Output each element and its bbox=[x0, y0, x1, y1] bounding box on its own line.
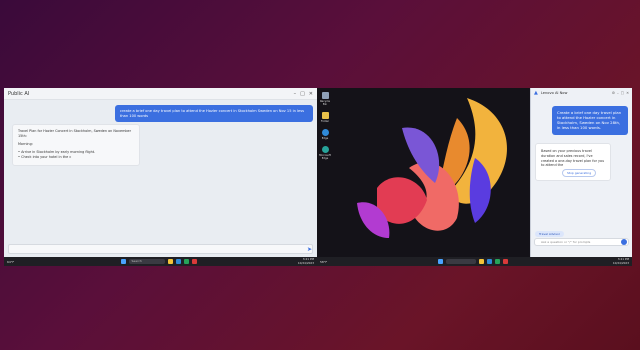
file-explorer-icon[interactable] bbox=[478, 259, 484, 264]
app-icon[interactable] bbox=[191, 259, 197, 264]
taskbar: 58°F 3:21 PM 10/24/2023 bbox=[317, 257, 632, 266]
chat-body: create a brief one day travel plan to at… bbox=[4, 100, 317, 242]
panel-input[interactable]: Ask a question or "/" for prompts bbox=[534, 238, 629, 246]
file-explorer-icon[interactable] bbox=[167, 259, 173, 264]
message-input[interactable] bbox=[8, 244, 313, 254]
app-icon[interactable] bbox=[502, 259, 508, 264]
desktop-icon-label: Recycle Bin bbox=[320, 100, 330, 106]
taskbar-center: Search bbox=[25, 259, 292, 264]
app-icon[interactable] bbox=[494, 259, 500, 264]
panel-header: ▲ Lenovo AI Now ⚙ – □ ✕ bbox=[531, 88, 632, 98]
taskbar-search[interactable] bbox=[445, 259, 476, 264]
date-label: 10/24/2023 bbox=[612, 260, 629, 265]
weather-widget[interactable]: 64°F bbox=[7, 260, 25, 264]
ai-message: Based on your previous travel duration a… bbox=[535, 143, 611, 182]
edge-icon[interactable] bbox=[175, 259, 181, 264]
taskbar-clock[interactable]: 3:21 PM 10/24/2023 bbox=[607, 258, 629, 264]
ai-message: Travel Plan for Hozier Concert in Stockh… bbox=[12, 124, 140, 166]
desktop-icon-label: Edge bbox=[321, 137, 329, 140]
weather-widget[interactable]: 58°F bbox=[320, 260, 338, 264]
desktop-icon-recycle-bin[interactable]: Recycle Bin bbox=[319, 92, 331, 106]
send-icon[interactable]: ➤ bbox=[307, 247, 313, 253]
minimize-button[interactable]: – bbox=[294, 91, 297, 97]
app-titlebar: Public AI – □ ✕ bbox=[4, 88, 317, 100]
close-button[interactable]: ✕ bbox=[309, 91, 313, 97]
settings-button[interactable]: ⚙ bbox=[612, 91, 615, 95]
right-screen: Recycle Bin Folder Edge Microsoft Edge ▲… bbox=[317, 88, 632, 266]
ai-message-subheading: Morning: bbox=[18, 142, 33, 147]
send-icon[interactable] bbox=[621, 239, 627, 245]
taskbar: 64°F Search 3:21 PM 10/24/2023 bbox=[4, 257, 317, 266]
close-button[interactable]: ✕ bbox=[626, 91, 629, 95]
desktop-icon-label: Microsoft Edge bbox=[319, 154, 331, 160]
desktop-icons: Recycle Bin Folder Edge Microsoft Edge bbox=[319, 92, 331, 166]
app-title: Public AI bbox=[8, 90, 30, 97]
date-label: 10/24/2023 bbox=[297, 260, 314, 265]
ai-message-heading: Travel Plan for Hozier Concert in Stockh… bbox=[18, 129, 132, 139]
folder-icon bbox=[321, 112, 329, 119]
recycle-bin-icon bbox=[321, 92, 329, 99]
app-icon[interactable] bbox=[183, 259, 189, 264]
lenovo-ai-logo-icon: ▲ bbox=[534, 90, 538, 96]
travel-advisor-chip[interactable]: Travel Advisor bbox=[535, 231, 565, 237]
desktop-icon-label: Folder bbox=[320, 120, 329, 123]
panel-title: Lenovo AI Now bbox=[540, 91, 568, 95]
taskbar-clock[interactable]: 3:21 PM 10/24/2023 bbox=[292, 258, 314, 264]
maximize-button[interactable]: □ bbox=[300, 91, 305, 97]
desktop-wallpaper bbox=[317, 88, 529, 257]
user-message: create a brief one day travel plan to at… bbox=[115, 105, 313, 123]
left-screen: Public AI – □ ✕ create a brief one day t… bbox=[4, 88, 317, 266]
desktop-icon-folder[interactable]: Folder bbox=[319, 112, 331, 123]
edge-icon bbox=[321, 146, 329, 153]
ai-message-text: Based on your previous travel duration a… bbox=[541, 149, 605, 168]
minimize-button[interactable]: – bbox=[617, 91, 619, 95]
desktop-icon-microsoft-edge[interactable]: Microsoft Edge bbox=[319, 146, 331, 160]
maximize-button[interactable]: □ bbox=[621, 91, 624, 95]
ai-side-panel: ▲ Lenovo AI Now ⚙ – □ ✕ Create a brief o… bbox=[530, 88, 632, 257]
edge-icon bbox=[321, 129, 329, 136]
taskbar-center bbox=[338, 259, 607, 264]
start-icon[interactable] bbox=[120, 259, 126, 264]
edge-icon[interactable] bbox=[486, 259, 492, 264]
list-item: Check into your hotel in the c bbox=[18, 155, 134, 160]
stop-generating-button[interactable]: Stop generating bbox=[562, 168, 597, 178]
ai-message-list: Arrive in Stockholm by early morning fli… bbox=[18, 150, 134, 160]
user-message: Create a brief one day travel plan to at… bbox=[552, 106, 628, 135]
desktop-icon-edge[interactable]: Edge bbox=[319, 129, 331, 140]
taskbar-search[interactable]: Search bbox=[128, 259, 165, 264]
start-icon[interactable] bbox=[437, 259, 443, 264]
